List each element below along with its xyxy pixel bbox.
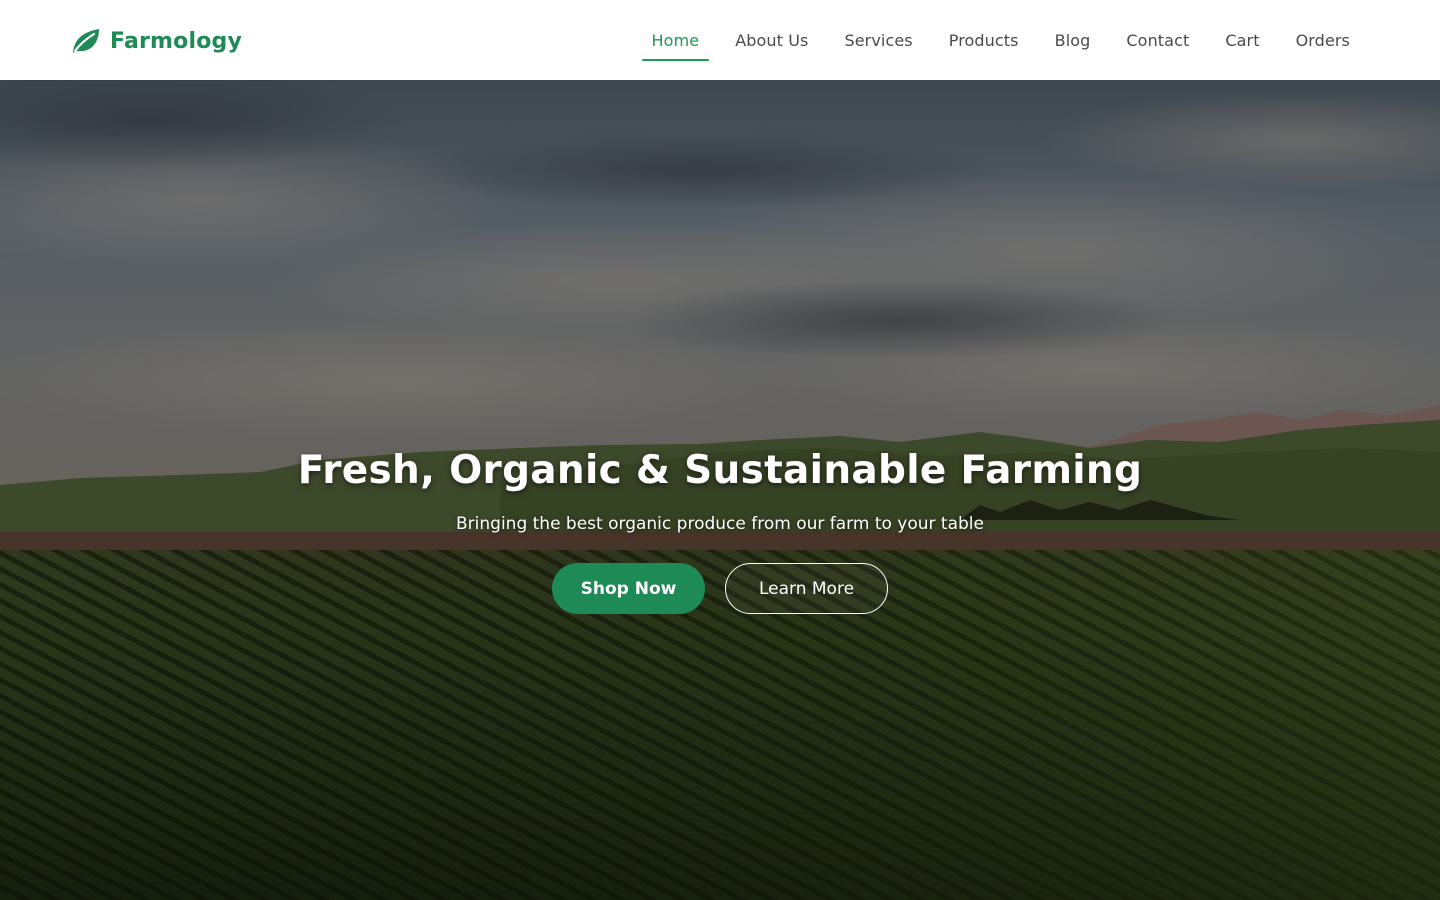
learn-more-button[interactable]: Learn More [725, 563, 888, 614]
nav-item-home[interactable]: Home [634, 0, 718, 80]
nav-item-services[interactable]: Services [826, 0, 930, 80]
leaf-icon [73, 29, 99, 53]
brand-logo[interactable]: Farmology [70, 24, 242, 58]
main-nav: Home About Us Services Products Blog Con… [634, 0, 1368, 80]
hero-section: Fresh, Organic & Sustainable Farming Bri… [0, 80, 1440, 900]
nav-item-blog[interactable]: Blog [1037, 0, 1109, 80]
nav-item-orders[interactable]: Orders [1278, 0, 1368, 80]
hero-content: Fresh, Organic & Sustainable Farming Bri… [0, 80, 1440, 900]
nav-item-cart[interactable]: Cart [1207, 0, 1277, 80]
shop-now-button[interactable]: Shop Now [552, 563, 705, 614]
hero-buttons: Shop Now Learn More [0, 563, 1440, 614]
site-header: Farmology Home About Us Services Product… [0, 0, 1440, 80]
nav-item-products[interactable]: Products [931, 0, 1037, 80]
hero-title: Fresh, Organic & Sustainable Farming [297, 448, 1143, 493]
nav-item-about-us[interactable]: About Us [717, 0, 826, 80]
brand-name: Farmology [110, 28, 243, 54]
hero-subtitle: Bringing the best organic produce from o… [456, 514, 984, 534]
nav-item-contact[interactable]: Contact [1108, 0, 1207, 80]
